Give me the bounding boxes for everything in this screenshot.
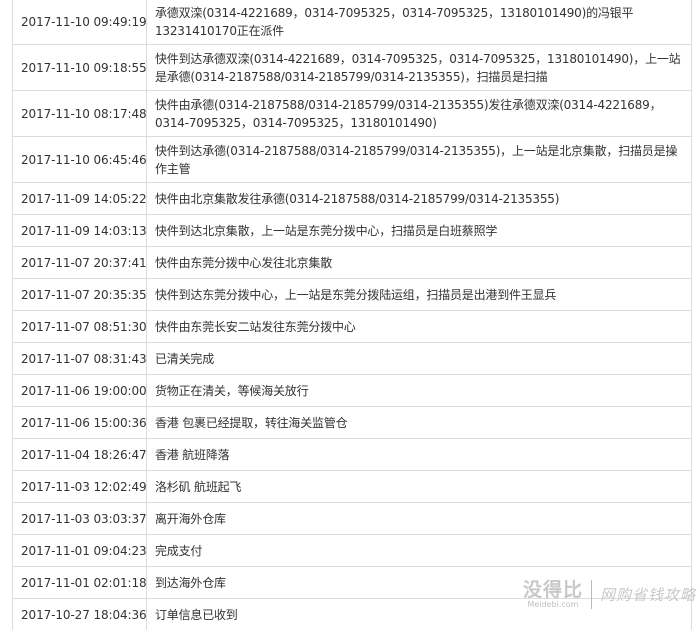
row-description-text: 香港 航班降落: [155, 447, 230, 462]
table-row: 2017-11-10 09:49:19 承德双滦(0314-4221689，031…: [13, 0, 691, 44]
row-description: 快件由承德(0314-2187588/0314-2185799/0314-213…: [147, 91, 691, 136]
row-description: 快件由北京集散发往承德(0314-2187588/0314-2185799/03…: [147, 183, 691, 214]
row-timestamp: 2017-11-07 08:31:43: [13, 343, 147, 374]
row-description: 快件到达承德双滦(0314-4221689，0314-7095325，0314-…: [147, 45, 691, 90]
table-row: 2017-11-04 18:26:47 香港 航班降落: [13, 438, 691, 470]
table-row: 2017-11-09 14:05:22 快件由北京集散发往承德(0314-2187…: [13, 182, 691, 214]
row-description: 到达海外仓库: [147, 567, 691, 598]
row-description-text: 洛杉矶 航班起飞: [155, 479, 242, 494]
row-timestamp: 2017-10-27 18:04:36: [13, 599, 147, 630]
row-description-text: 离开海外仓库: [155, 511, 226, 526]
row-description: 洛杉矶 航班起飞: [147, 471, 691, 502]
table-row: 2017-10-27 18:04:36 订单信息已收到: [13, 598, 691, 630]
table-row: 2017-11-01 09:04:23 完成支付: [13, 534, 691, 566]
row-description: 货物正在清关，等候海关放行: [147, 375, 691, 406]
row-timestamp: 2017-11-07 20:35:35: [13, 279, 147, 310]
table-row: 2017-11-03 12:02:49 洛杉矶 航班起飞: [13, 470, 691, 502]
table-row: 2017-11-10 09:18:55 快件到达承德双滦(0314-4221689…: [13, 44, 691, 90]
row-description: 香港 包裹已经提取，转往海关监管仓: [147, 407, 691, 438]
row-timestamp: 2017-11-01 09:04:23: [13, 535, 147, 566]
row-description: 快件由东莞分拨中心发往北京集散: [147, 247, 691, 278]
table-row: 2017-11-07 20:35:35 快件到达东莞分拨中心，上一站是东莞分拨陆运…: [13, 278, 691, 310]
row-timestamp: 2017-11-10 09:49:19: [13, 0, 147, 44]
row-description: 香港 航班降落: [147, 439, 691, 470]
row-timestamp: 2017-11-10 08:17:48: [13, 91, 147, 136]
row-description: 快件到达北京集散，上一站是东莞分拨中心，扫描员是白班蔡照学: [147, 215, 691, 246]
table-row: 2017-11-10 08:17:48 快件由承德(0314-2187588/03…: [13, 90, 691, 136]
row-description: 快件由东莞长安二站发往东莞分拨中心: [147, 311, 691, 342]
table-row: 2017-11-07 20:37:41 快件由东莞分拨中心发往北京集散: [13, 246, 691, 278]
row-description: 完成支付: [147, 535, 691, 566]
row-timestamp: 2017-11-10 06:45:46: [13, 137, 147, 182]
tracking-table: 2017-11-10 09:49:19 承德双滦(0314-4221689，031…: [12, 0, 692, 630]
tracking-rows: 2017-11-10 09:49:19 承德双滦(0314-4221689，031…: [13, 0, 691, 630]
table-row: 2017-11-06 15:00:36 香港 包裹已经提取，转往海关监管仓: [13, 406, 691, 438]
table-row: 2017-11-07 08:31:43 已清关完成: [13, 342, 691, 374]
table-row: 2017-11-10 06:45:46 快件到达承德(0314-2187588/0…: [13, 136, 691, 182]
table-row: 2017-11-07 08:51:30 快件由东莞长安二站发往东莞分拨中心: [13, 310, 691, 342]
row-timestamp: 2017-11-07 08:51:30: [13, 311, 147, 342]
row-description: 承德双滦(0314-4221689，0314-7095325，0314-7095…: [147, 0, 691, 44]
row-description-text: 快件由东莞分拨中心发往北京集散: [155, 255, 333, 270]
table-row: 2017-11-09 14:03:13 快件到达北京集散，上一站是东莞分拨中心，扫…: [13, 214, 691, 246]
row-description-text: 快件到达承德双滦(0314-4221689，0314-7095325，0314-…: [155, 51, 681, 84]
row-description: 离开海外仓库: [147, 503, 691, 534]
row-description: 已清关完成: [147, 343, 691, 374]
row-timestamp: 2017-11-09 14:05:22: [13, 183, 147, 214]
row-timestamp: 2017-11-06 15:00:36: [13, 407, 147, 438]
row-timestamp: 2017-11-10 09:18:55: [13, 45, 147, 90]
row-timestamp: 2017-11-06 19:00:00: [13, 375, 147, 406]
row-timestamp: 2017-11-07 20:37:41: [13, 247, 147, 278]
row-description-text: 快件到达承德(0314-2187588/0314-2185799/0314-21…: [155, 143, 678, 176]
row-timestamp: 2017-11-03 03:03:37: [13, 503, 147, 534]
table-row: 2017-11-01 02:01:18 到达海外仓库: [13, 566, 691, 598]
row-description-text: 货物正在清关，等候海关放行: [155, 383, 309, 398]
row-description-text: 已清关完成: [155, 351, 215, 366]
row-description-text: 快件由北京集散发往承德(0314-2187588/0314-2185799/03…: [155, 191, 560, 206]
row-description: 订单信息已收到: [147, 599, 691, 630]
row-description-text: 到达海外仓库: [155, 575, 226, 590]
table-row: 2017-11-06 19:00:00 货物正在清关，等候海关放行: [13, 374, 691, 406]
row-description-text: 快件到达东莞分拨中心，上一站是东莞分拨陆运组，扫描员是出港到件王显兵: [155, 287, 557, 302]
row-description-text: 订单信息已收到: [155, 607, 238, 622]
row-timestamp: 2017-11-09 14:03:13: [13, 215, 147, 246]
row-description-text: 香港 包裹已经提取，转往海关监管仓: [155, 415, 348, 430]
row-timestamp: 2017-11-04 18:26:47: [13, 439, 147, 470]
row-description-text: 快件由承德(0314-2187588/0314-2185799/0314-213…: [155, 97, 662, 130]
row-description: 快件到达承德(0314-2187588/0314-2185799/0314-21…: [147, 137, 691, 182]
row-description-text: 承德双滦(0314-4221689，0314-7095325，0314-7095…: [155, 5, 634, 38]
row-description-text: 快件由东莞长安二站发往东莞分拨中心: [155, 319, 356, 334]
row-description-text: 完成支付: [155, 543, 203, 558]
row-timestamp: 2017-11-01 02:01:18: [13, 567, 147, 598]
row-description-text: 快件到达北京集散，上一站是东莞分拨中心，扫描员是白班蔡照学: [155, 223, 498, 238]
row-timestamp: 2017-11-03 12:02:49: [13, 471, 147, 502]
table-row: 2017-11-03 03:03:37 离开海外仓库: [13, 502, 691, 534]
row-description: 快件到达东莞分拨中心，上一站是东莞分拨陆运组，扫描员是出港到件王显兵: [147, 279, 691, 310]
